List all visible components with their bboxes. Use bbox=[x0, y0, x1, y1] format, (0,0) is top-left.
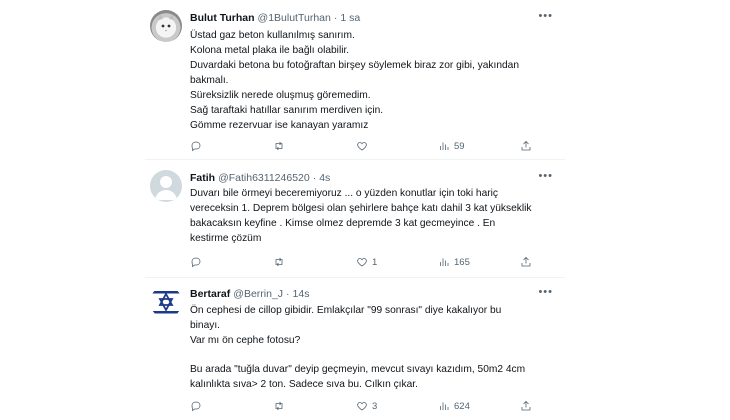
tweet-line: kestirme çözüm bbox=[190, 233, 262, 244]
tweet-header: Bertaraf @Berrin_J · 14s bbox=[190, 286, 309, 302]
like-count: 3 bbox=[372, 400, 378, 412]
like-icon bbox=[357, 258, 367, 267]
tweet-line: Üstad gaz beton kullanılmış sanırım. bbox=[190, 30, 355, 41]
tweet-line: kalınlıkta sıva> 2 ton. Sadece sıva bu. … bbox=[190, 379, 418, 390]
tweet-line: vereceksin 1. Deprem bölgesi olan şehirl… bbox=[190, 203, 532, 214]
views-count: 165 bbox=[454, 256, 470, 268]
retweet-icon bbox=[275, 257, 283, 267]
timestamp[interactable]: 1 sa bbox=[340, 12, 360, 24]
like-button[interactable] bbox=[356, 139, 372, 153]
tweet-line: Duvarı bile örmeyi beceremiyoruz ... o y… bbox=[190, 188, 499, 199]
tweet-text: Üstad gaz beton kullanılmış sanırım. Kol… bbox=[190, 28, 550, 133]
tweet-line: Duvardaki betona bu fotoğraftan birşey s… bbox=[190, 60, 520, 71]
retweet-icon bbox=[275, 141, 283, 151]
views-icon bbox=[440, 258, 449, 266]
separator-dot: · bbox=[286, 288, 290, 300]
tweet-header: Bulut Turhan @1BulutTurhan · 1 sa bbox=[190, 10, 360, 26]
reply-button[interactable] bbox=[190, 139, 206, 153]
views-button[interactable]: 59 bbox=[438, 139, 465, 153]
action-bar: 59 bbox=[190, 139, 555, 153]
author-handle[interactable]: @Berrin_J bbox=[233, 288, 283, 300]
author-handle[interactable]: @Fatih6311246520 bbox=[218, 172, 310, 184]
views-count: 624 bbox=[454, 400, 470, 412]
reply-button[interactable] bbox=[190, 255, 206, 269]
timestamp[interactable]: 14s bbox=[293, 288, 310, 300]
retweet-button[interactable] bbox=[273, 255, 289, 269]
more-options-icon[interactable]: ••• bbox=[538, 286, 553, 298]
more-options-icon[interactable]: ••• bbox=[538, 170, 553, 182]
action-bar: 1 165 bbox=[190, 255, 555, 269]
tweet-line: Bu arada "tuğla duvar" deyip geçmeyin, m… bbox=[190, 364, 526, 375]
author-name[interactable]: Bertaraf bbox=[190, 288, 230, 300]
share-button[interactable] bbox=[520, 139, 532, 153]
reply-icon bbox=[191, 141, 201, 152]
views-icon bbox=[440, 142, 449, 150]
share-icon bbox=[521, 256, 531, 267]
reply-thread: Bulut Turhan @1BulutTurhan · 1 sa ••• Üs… bbox=[145, 0, 565, 420]
tweet-line: bakmalı. bbox=[190, 75, 229, 86]
reply-icon bbox=[191, 401, 201, 412]
reply-tweet[interactable]: Bertaraf @Berrin_J · 14s ••• Ön cephesi … bbox=[145, 278, 565, 420]
retweet-icon bbox=[275, 401, 283, 411]
views-button[interactable]: 624 bbox=[438, 399, 470, 413]
author-name[interactable]: Bulut Turhan bbox=[190, 12, 255, 24]
action-bar: 3 624 bbox=[190, 399, 555, 413]
author-handle[interactable]: @1BulutTurhan bbox=[258, 12, 331, 24]
reply-tweet[interactable]: Bulut Turhan @1BulutTurhan · 1 sa ••• Üs… bbox=[145, 0, 565, 160]
share-icon bbox=[521, 400, 531, 411]
views-icon bbox=[440, 402, 449, 410]
like-button[interactable]: 3 bbox=[356, 399, 377, 413]
separator-dot: · bbox=[333, 12, 338, 24]
retweet-button[interactable] bbox=[273, 139, 289, 153]
like-button[interactable]: 1 bbox=[356, 255, 377, 269]
reply-button[interactable] bbox=[190, 399, 206, 413]
like-icon bbox=[357, 402, 367, 411]
tweet-line: Kolona metal plaka ile bağlı olabilir. bbox=[190, 45, 350, 56]
tweet-line: Gömme rezervuar ise kanayan yaramız bbox=[190, 120, 369, 131]
views-button[interactable]: 165 bbox=[438, 255, 470, 269]
separator-dot: · bbox=[312, 172, 317, 184]
avatar[interactable] bbox=[150, 10, 182, 42]
tweet-line: Süreksizlik nerede oluşmuş göremedim. bbox=[190, 90, 371, 101]
tweet-line: bakacaksın keyfine . Kimse olmez depremd… bbox=[190, 218, 496, 229]
like-icon bbox=[357, 142, 367, 151]
tweet-text: Ön cephesi de cillop gibidir. Emlakçılar… bbox=[190, 303, 550, 392]
avatar[interactable] bbox=[150, 286, 182, 318]
tweet-line: Var mı ön cephe fotosu? bbox=[190, 335, 301, 346]
timestamp[interactable]: 4s bbox=[319, 172, 330, 184]
like-count: 1 bbox=[372, 256, 378, 268]
tweet-header: Fatih @Fatih6311246520 · 4s bbox=[190, 170, 330, 186]
share-button[interactable] bbox=[520, 255, 532, 269]
tweet-line: Ön cephesi de cillop gibidir. Emlakçılar… bbox=[190, 305, 502, 316]
reply-icon bbox=[191, 257, 201, 268]
share-button[interactable] bbox=[520, 399, 532, 413]
tweet-text: Duvarı bile örmeyi beceremiyoruz ... o y… bbox=[190, 186, 550, 246]
reply-tweet[interactable]: Fatih @Fatih6311246520 · 4s ••• Duvarı b… bbox=[145, 160, 565, 278]
views-count: 59 bbox=[454, 140, 465, 152]
author-name[interactable]: Fatih bbox=[190, 172, 215, 184]
avatar[interactable] bbox=[150, 170, 182, 202]
share-icon bbox=[521, 140, 531, 151]
more-options-icon[interactable]: ••• bbox=[538, 10, 553, 22]
tweet-line: Sağ taraftaki hatıllar sanırım merdiven … bbox=[190, 105, 384, 116]
retweet-button[interactable] bbox=[273, 399, 289, 413]
tweet-line: binayı. bbox=[190, 320, 221, 331]
